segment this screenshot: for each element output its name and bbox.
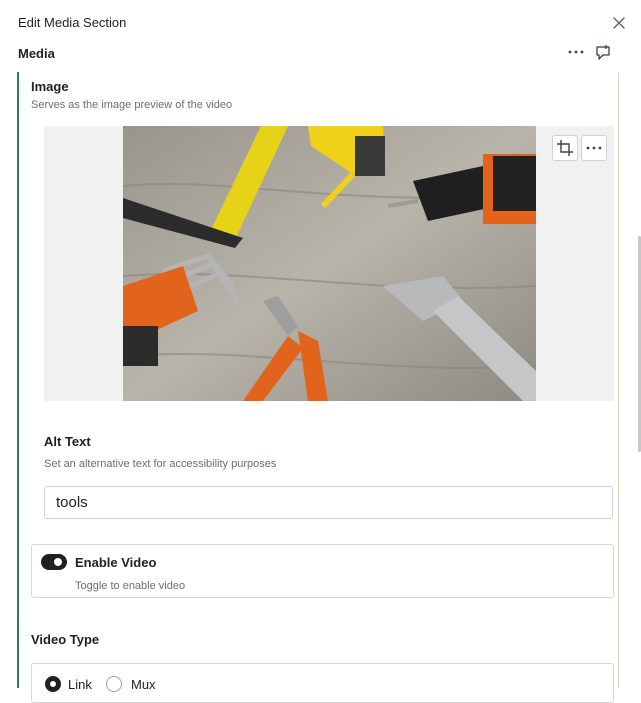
field-divider — [618, 72, 619, 688]
enable-video-label: Enable Video — [75, 555, 157, 570]
enable-video-card: Enable Video Toggle to enable video — [31, 544, 614, 598]
alt-text-heading: Alt Text — [44, 434, 91, 449]
image-field-description: Serves as the image preview of the video — [31, 99, 233, 111]
alt-text-description: Set an alternative text for accessibilit… — [44, 458, 277, 470]
section-title: Media — [18, 46, 55, 61]
crop-icon[interactable] — [552, 135, 578, 161]
dialog-title: Edit Media Section — [18, 15, 127, 30]
enable-video-description: Toggle to enable video — [75, 580, 186, 592]
comment-icon[interactable] — [594, 44, 612, 62]
radio-mux-label[interactable]: Mux — [131, 677, 156, 692]
video-type-heading: Video Type — [31, 632, 100, 647]
radio-link[interactable] — [45, 676, 61, 692]
image-preview[interactable] — [44, 126, 614, 401]
radio-link-label[interactable]: Link — [68, 677, 92, 692]
more-horizontal-icon[interactable] — [581, 135, 607, 161]
video-type-radio-group: Link Mux — [31, 663, 614, 703]
enable-video-toggle[interactable] — [41, 554, 67, 570]
dialog-header: Edit Media Section — [0, 0, 641, 44]
toggle-knob — [54, 558, 62, 566]
image-preview-photo — [123, 126, 536, 401]
more-horizontal-icon[interactable] — [566, 44, 586, 60]
alt-text-input[interactable] — [44, 486, 613, 519]
close-icon[interactable] — [611, 15, 627, 31]
image-field-heading: Image — [31, 79, 69, 94]
section-accent-rail — [17, 72, 19, 688]
radio-mux[interactable] — [106, 676, 122, 692]
